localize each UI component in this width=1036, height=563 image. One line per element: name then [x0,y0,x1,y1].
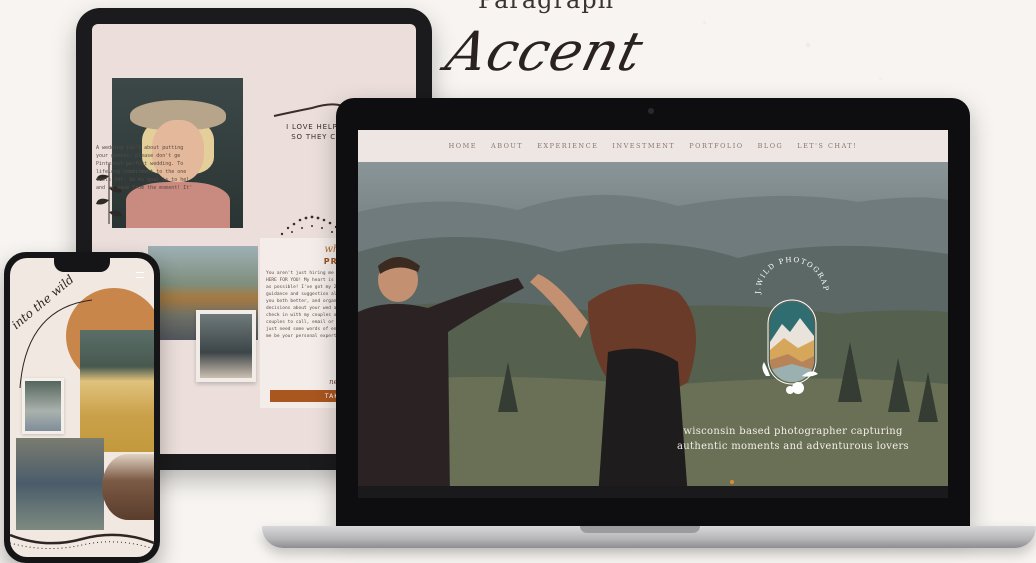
nav-lets-chat[interactable]: LET'S CHAT! [797,142,857,150]
nav-about[interactable]: ABOUT [491,142,523,150]
hero-image: J.WILD PHOTOGRAPHY [358,162,948,498]
hero-bottom-bar [358,486,948,498]
laptop-device: HOME ABOUT EXPERIENCE INVESTMENT PORTFOL… [336,98,970,530]
child-photo [102,454,154,520]
phone-notch [54,258,110,272]
phone-device: into the wild [4,252,160,563]
svg-text:J.WILD PHOTOGRAPHY: J.WILD PHOTOGRAPHY [742,246,830,295]
hero-tagline: wisconsin based photographer capturing a… [677,426,909,452]
menu-icon[interactable] [136,272,144,278]
logo-mountain-icon: J.WILD PHOTOGRAPHY [738,240,830,394]
nav-investment[interactable]: INVESTMENT [612,142,675,150]
site-navigation: HOME ABOUT EXPERIENCE INVESTMENT PORTFOL… [358,130,948,162]
laptop-base [262,526,1036,548]
laptop-notch [580,526,700,533]
camera-icon [648,108,654,114]
woman-yellow-photo [80,330,154,452]
nav-blog[interactable]: BLOG [758,142,784,150]
nav-home[interactable]: HOME [449,142,477,150]
tablet-body-text: A wedding isn't about putting your guest… [96,145,193,191]
slider-dot[interactable] [730,480,734,484]
site-logo[interactable]: J.WILD PHOTOGRAPHY [738,240,842,416]
phone-screen: into the wild [10,258,154,557]
font-specimen-accent: Accent [440,20,650,83]
couple-photo [196,310,256,382]
laptop-screen: HOME ABOUT EXPERIENCE INVESTMENT PORTFOL… [358,130,948,498]
hug-photo [16,438,104,530]
couple-small-photo [22,378,64,434]
nav-experience[interactable]: EXPERIENCE [537,142,598,150]
nav-portfolio[interactable]: PORTFOLIO [689,142,743,150]
wave-decoration [10,533,154,550]
font-specimen-paragraph: Paragraph [478,0,615,14]
